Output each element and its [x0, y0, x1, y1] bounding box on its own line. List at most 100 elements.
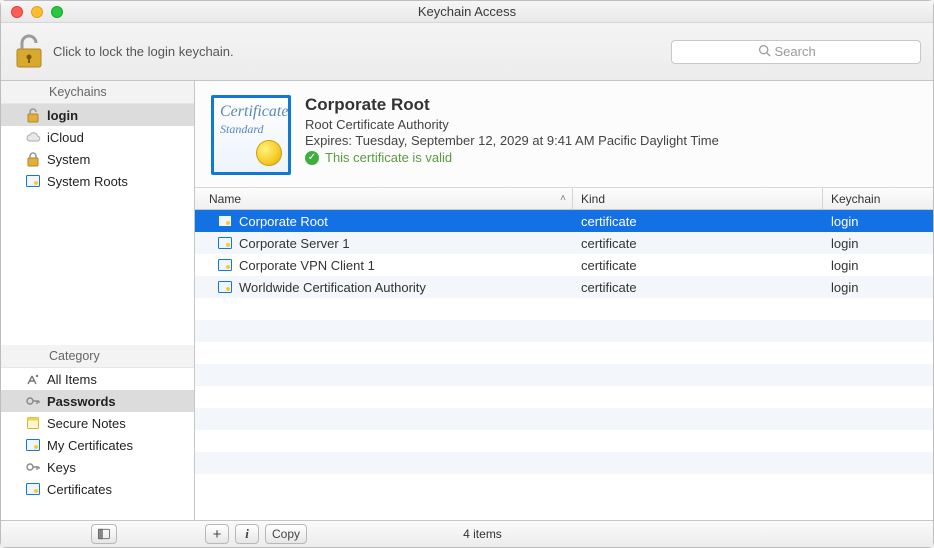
key-icon	[25, 459, 41, 475]
cell-name-label: Corporate Server 1	[239, 236, 350, 251]
certificate-subtitle: Root Certificate Authority	[305, 117, 719, 132]
table-row[interactable]: Corporate VPN Client 1 certificatelogin	[195, 254, 933, 276]
badge-line1: Certificate	[220, 103, 288, 120]
table-row-empty	[195, 320, 933, 342]
column-name-label: Name	[209, 192, 241, 206]
sidebar-item-keys[interactable]: Keys	[1, 456, 194, 478]
sidebar-item-label: My Certificates	[47, 438, 133, 453]
column-keychain-label: Keychain	[831, 192, 880, 206]
checkmark-icon: ✓	[305, 151, 319, 165]
sidebar-item-my-certificates[interactable]: My Certificates	[1, 434, 194, 456]
association-icon	[25, 371, 41, 387]
cell-name-label: Worldwide Certification Authority	[239, 280, 426, 295]
sidebar-item-label: System Roots	[47, 174, 128, 189]
cloud-icon	[25, 129, 41, 145]
minimize-window-icon[interactable]	[31, 6, 43, 18]
window-controls	[1, 6, 63, 18]
badge-line2: Standard	[220, 122, 264, 136]
cell-kind: certificate	[573, 214, 823, 229]
keychains-list: login iCloud System System Roots	[1, 104, 194, 192]
statusbar: + i Copy 4 items	[1, 521, 933, 547]
certificate-icon	[217, 235, 233, 251]
table-row-empty	[195, 430, 933, 452]
zoom-window-icon[interactable]	[51, 6, 63, 18]
sidebar-item-label: Passwords	[47, 394, 116, 409]
padlock-open-icon	[13, 31, 45, 72]
sidebar-item-label: Secure Notes	[47, 416, 126, 431]
sidebar-item-all-items[interactable]: All Items	[1, 368, 194, 390]
column-name[interactable]: Name ˄	[195, 188, 573, 209]
cell-name-label: Corporate Root	[239, 214, 328, 229]
certificate-detail: Certificate Standard Corporate Root Root …	[195, 81, 933, 188]
my-cert-icon	[25, 437, 41, 453]
cell-kind: certificate	[573, 258, 823, 273]
padlock-open-icon	[25, 107, 41, 123]
cell-name: Worldwide Certification Authority	[195, 279, 573, 295]
close-window-icon[interactable]	[11, 6, 23, 18]
sidebar-item-label: login	[47, 108, 78, 123]
cell-kind: certificate	[573, 236, 823, 251]
item-count-label: 4 items	[463, 527, 502, 541]
certificate-valid-status: ✓ This certificate is valid	[305, 150, 719, 165]
sidebar-item-system-roots[interactable]: System Roots	[1, 170, 194, 192]
titlebar[interactable]: Keychain Access	[1, 1, 933, 23]
seal-icon	[256, 140, 282, 166]
sidebar-item-login[interactable]: login	[1, 104, 194, 126]
sidebar-item-label: Keys	[47, 460, 76, 475]
cell-keychain: login	[823, 236, 933, 251]
sidebar-item-label: System	[47, 152, 90, 167]
certificate-text: Corporate Root Root Certificate Authorit…	[305, 95, 719, 175]
search-input[interactable]	[775, 44, 835, 59]
certificate-icon	[217, 257, 233, 273]
sidebar: Keychains loginiCloudSystemSystem Roots …	[1, 81, 195, 520]
column-kind[interactable]: Kind	[573, 188, 823, 209]
certificate-icon	[25, 173, 41, 189]
main-pane: Certificate Standard Corporate Root Root …	[195, 81, 933, 520]
items-table: Name ˄ Kind Keychain Corporate Root certi…	[195, 188, 933, 520]
certificate-valid-label: This certificate is valid	[325, 150, 452, 165]
table-body[interactable]: Corporate RootcertificateloginCorporate …	[195, 210, 933, 520]
table-row-empty	[195, 364, 933, 386]
cell-name: Corporate VPN Client 1	[195, 257, 573, 273]
sidebar-item-secure-notes[interactable]: Secure Notes	[1, 412, 194, 434]
copy-button[interactable]: Copy	[265, 524, 307, 544]
sort-ascending-icon: ˄	[560, 193, 566, 204]
category-list: All Items Passwords Secure Notes My Certifi…	[1, 368, 194, 500]
column-kind-label: Kind	[581, 192, 605, 206]
table-row-empty	[195, 408, 933, 430]
table-row-empty	[195, 298, 933, 320]
certificate-badge-icon: Certificate Standard	[211, 95, 291, 175]
sidebar-toggle-button[interactable]	[91, 524, 117, 544]
column-keychain[interactable]: Keychain	[823, 188, 933, 209]
certificate-icon	[217, 213, 233, 229]
lock-keychain-button[interactable]: Click to lock the login keychain.	[13, 31, 234, 72]
padlock-closed-icon	[25, 151, 41, 167]
add-button[interactable]: +	[205, 524, 229, 544]
sidebar-item-certificates[interactable]: Certificates	[1, 478, 194, 500]
content: Keychains loginiCloudSystemSystem Roots …	[1, 81, 933, 521]
search-field[interactable]	[671, 40, 921, 64]
certificate-icon	[217, 279, 233, 295]
sidebar-item-label: iCloud	[47, 130, 84, 145]
cell-kind: certificate	[573, 280, 823, 295]
table-row-empty	[195, 452, 933, 474]
sidebar-item-icloud[interactable]: iCloud	[1, 126, 194, 148]
table-row[interactable]: Worldwide Certification Authority certifi…	[195, 276, 933, 298]
lock-label: Click to lock the login keychain.	[53, 44, 234, 59]
cell-keychain: login	[823, 280, 933, 295]
window-title: Keychain Access	[1, 4, 933, 19]
certificate-title: Corporate Root	[305, 95, 719, 115]
sidebar-item-system[interactable]: System	[1, 148, 194, 170]
sidebar-item-label: Certificates	[47, 482, 112, 497]
toolbar: Click to lock the login keychain.	[1, 23, 933, 81]
cell-keychain: login	[823, 258, 933, 273]
cell-name-label: Corporate VPN Client 1	[239, 258, 375, 273]
table-row[interactable]: Corporate Server 1 certificatelogin	[195, 232, 933, 254]
sidebar-item-passwords[interactable]: Passwords	[1, 390, 194, 412]
table-row-empty	[195, 386, 933, 408]
table-row[interactable]: Corporate Rootcertificatelogin	[195, 210, 933, 232]
keychains-header: Keychains	[1, 81, 194, 104]
info-button[interactable]: i	[235, 524, 259, 544]
table-header: Name ˄ Kind Keychain	[195, 188, 933, 210]
search-icon	[758, 44, 771, 60]
